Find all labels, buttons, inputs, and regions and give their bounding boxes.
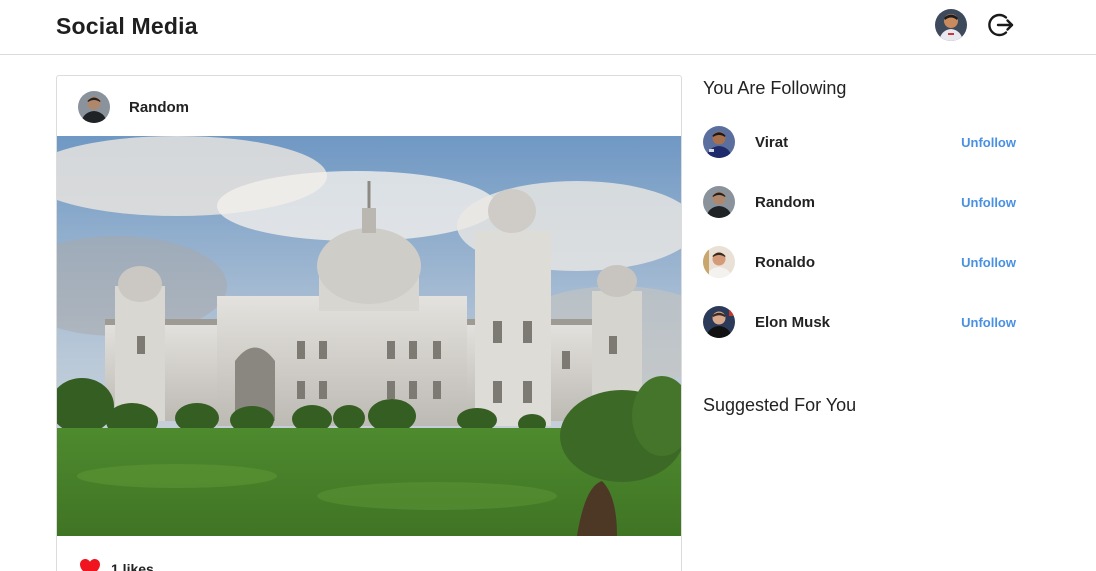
- avatar-icon[interactable]: [703, 246, 735, 278]
- following-name[interactable]: Random: [755, 194, 815, 211]
- heart-icon[interactable]: [79, 558, 101, 571]
- following-title: You Are Following: [703, 78, 847, 98]
- following-item: Virat Unfollow: [703, 126, 1016, 160]
- post-author-name[interactable]: Random: [129, 99, 189, 116]
- post-header: Random: [57, 76, 681, 137]
- unfollow-button[interactable]: Unfollow: [961, 195, 1016, 210]
- avatar-icon[interactable]: [703, 186, 735, 218]
- unfollow-button[interactable]: Unfollow: [961, 315, 1016, 330]
- post-card: Random 1 likes: [56, 75, 682, 571]
- suggested-title: Suggested For You: [703, 395, 857, 415]
- following-name[interactable]: Elon Musk: [755, 314, 830, 331]
- following-item: Ronaldo Unfollow: [703, 246, 1016, 280]
- following-item: Elon Musk Unfollow: [703, 306, 1016, 340]
- logout-icon[interactable]: [987, 11, 1015, 39]
- following-item: Random Unfollow: [703, 186, 1016, 220]
- post-author-avatar[interactable]: [78, 91, 110, 123]
- app-brand[interactable]: Social Media: [56, 13, 198, 40]
- unfollow-button[interactable]: Unfollow: [961, 135, 1016, 150]
- unfollow-button[interactable]: Unfollow: [961, 255, 1016, 270]
- likes-count: 1 likes: [111, 561, 154, 571]
- user-avatar-icon[interactable]: [935, 9, 967, 41]
- following-name[interactable]: Virat: [755, 134, 788, 151]
- post-image: [57, 136, 681, 536]
- following-name[interactable]: Ronaldo: [755, 254, 815, 271]
- avatar-icon[interactable]: [703, 126, 735, 158]
- avatar-icon[interactable]: [703, 306, 735, 338]
- top-navbar: Social Media: [0, 0, 1096, 55]
